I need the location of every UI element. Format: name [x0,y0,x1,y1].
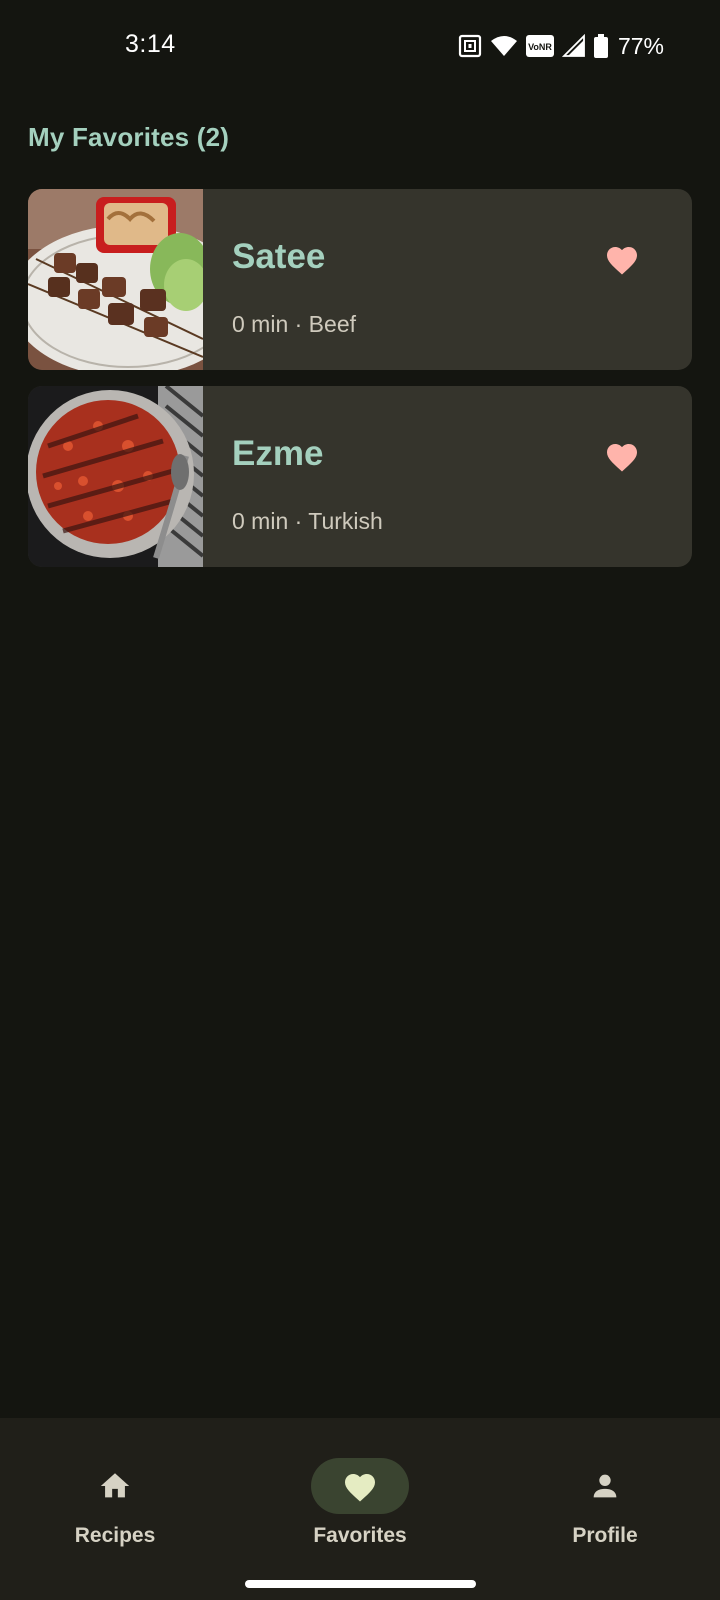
nav-icon-container [66,1458,164,1514]
heart-icon [607,444,637,472]
status-icons: VoNR 77% [458,32,664,60]
favorites-list: Satee 0 min · Beef Ezme 0 min · Turkish [28,189,692,583]
heart-icon [607,247,637,275]
recipe-title: Ezme [232,434,324,473]
page-title: My Favorites (2) [28,122,230,152]
bottom-navigation: Recipes Favorites Profile [0,1418,720,1600]
signal-icon [561,34,586,58]
nav-label: Recipes [74,1524,156,1547]
nav-item-profile[interactable]: Profile [505,1438,705,1558]
nav-icon-container-active [311,1458,409,1514]
recipe-title: Satee [232,237,326,276]
nav-icon-container [556,1458,654,1514]
home-icon [100,1473,130,1498]
nav-item-favorites[interactable]: Favorites [260,1438,460,1558]
recipe-image [28,189,203,370]
favorites-screen: 3:14 VoNR 77% My Favorites (2) Satee 0 m… [0,0,720,1600]
wifi-icon [490,34,518,58]
favorite-toggle-button[interactable] [600,434,644,478]
vonr-icon: VoNR [525,35,554,57]
person-icon [593,1474,617,1498]
vonr-label: VoNR [528,42,552,52]
recipe-card[interactable]: Ezme 0 min · Turkish [28,386,692,567]
nav-label: Profile [572,1524,638,1547]
nav-label: Favorites [313,1524,407,1547]
recipe-meta: 0 min · Beef [232,311,356,337]
gesture-handle[interactable] [245,1580,476,1588]
nav-item-recipes[interactable]: Recipes [15,1438,215,1558]
status-time: 3:14 [125,30,176,58]
favorite-toggle-button[interactable] [600,237,644,281]
heart-icon [345,1474,375,1502]
recipe-card[interactable]: Satee 0 min · Beef [28,189,692,370]
recipe-meta: 0 min · Turkish [232,508,383,534]
status-bar: 3:14 VoNR 77% [0,0,720,90]
battery-percentage: 77% [617,32,664,59]
recipe-image [28,386,203,567]
nfc-icon [458,34,482,58]
battery-icon [593,34,608,58]
